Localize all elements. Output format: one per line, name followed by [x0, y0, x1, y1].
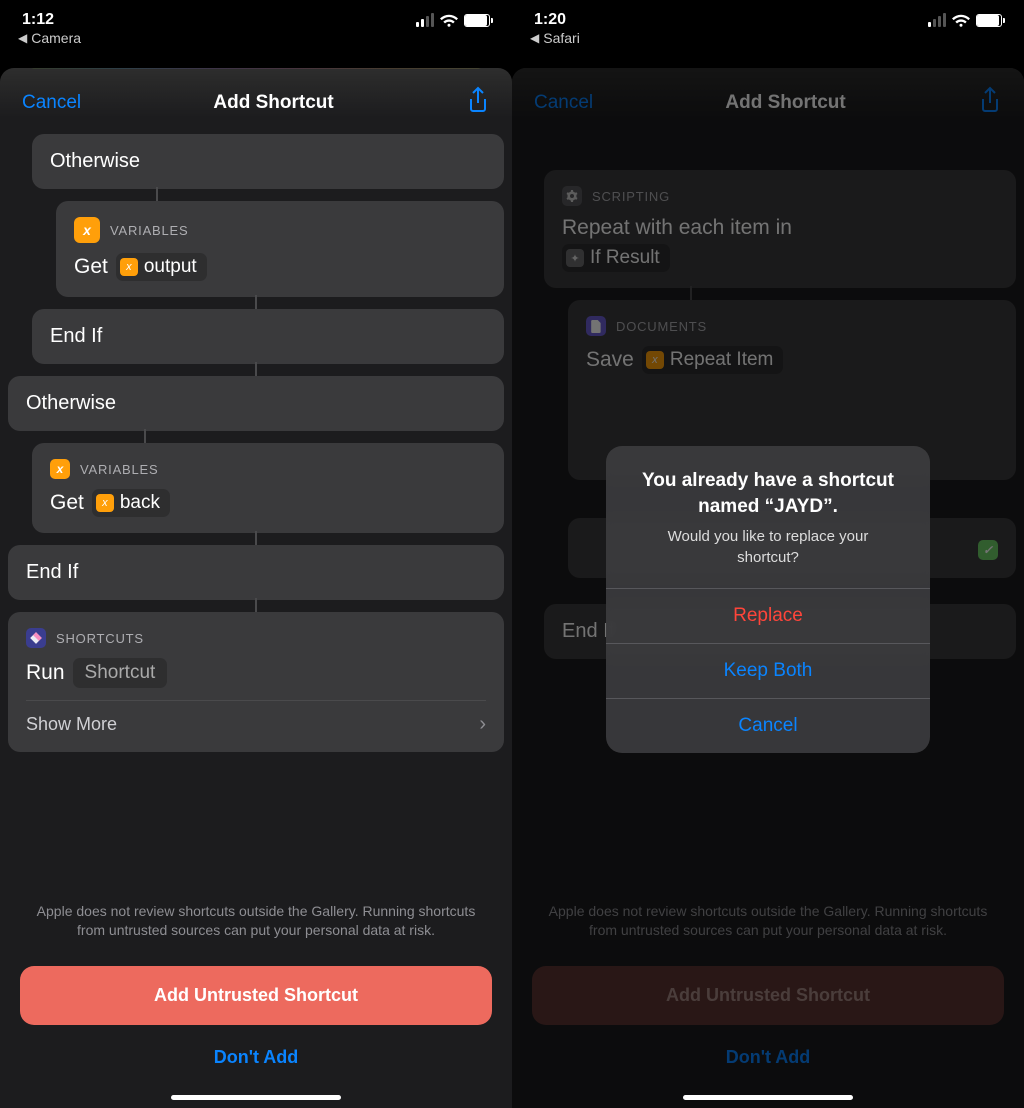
signal-icon	[928, 13, 946, 27]
nav-bar: Cancel Add Shortcut	[0, 68, 512, 129]
back-app-label: Camera	[31, 30, 81, 46]
category-label: SCRIPTING	[592, 189, 670, 204]
token-magic-icon: ✦	[566, 249, 584, 267]
alert-title: You already have a shortcut named “JAYD”…	[606, 446, 930, 523]
cancel-button[interactable]: Cancel	[534, 92, 593, 114]
variable-token[interactable]: x back	[92, 489, 170, 517]
nav-bar: Cancel Add Shortcut	[512, 68, 1024, 129]
connector	[690, 286, 692, 300]
token-var-icon: x	[646, 351, 664, 369]
footer: Apple does not review shortcuts outside …	[0, 872, 512, 1108]
sheet: Cancel Add Shortcut SCRIPTING Repeat wit…	[512, 68, 1024, 1108]
home-indicator[interactable]	[171, 1095, 341, 1100]
connector	[255, 531, 257, 545]
variable-token[interactable]: x output	[116, 253, 207, 281]
variable-token[interactable]: x Repeat Item	[642, 346, 784, 374]
action-verb: Run	[26, 661, 65, 685]
left-screenshot: 1:12 ◀ Camera Cancel Add Shortcut Otherw…	[0, 0, 512, 1108]
nav-title: Add Shortcut	[725, 92, 845, 114]
otherwise-block[interactable]: Otherwise	[32, 134, 504, 189]
back-chevron-icon: ◀	[18, 31, 27, 45]
back-app-label: Safari	[543, 30, 580, 46]
nav-title: Add Shortcut	[213, 92, 333, 114]
signal-icon	[416, 13, 434, 27]
action-verb: Get	[50, 491, 84, 515]
untrusted-warning: Apple does not review shortcuts outside …	[532, 872, 1004, 966]
variable-icon: x	[50, 459, 70, 479]
end-if-block[interactable]: End If	[8, 545, 504, 600]
connector	[156, 187, 158, 201]
status-time: 1:20	[534, 11, 566, 29]
sheet: Cancel Add Shortcut Otherwise x VARIABLE…	[0, 68, 512, 1108]
alert-replace-button[interactable]: Replace	[606, 588, 930, 643]
connector	[255, 295, 257, 309]
plus-icon: ✓	[978, 540, 998, 560]
back-to-app[interactable]: ◀ Camera	[0, 30, 512, 54]
add-untrusted-button[interactable]: Add Untrusted Shortcut	[532, 966, 1004, 1025]
share-button[interactable]	[466, 86, 490, 119]
connector	[255, 598, 257, 612]
battery-icon	[976, 14, 1002, 27]
share-button[interactable]	[978, 86, 1002, 119]
shortcut-placeholder-token[interactable]: Shortcut	[73, 658, 168, 688]
action-verb: Get	[74, 255, 108, 279]
token-var-icon: x	[120, 258, 138, 276]
connector	[255, 362, 257, 376]
documents-icon	[586, 316, 606, 336]
alert-cancel-button[interactable]: Cancel	[606, 698, 930, 753]
alert-message: Would you like to replace your shortcut?	[606, 523, 930, 588]
untrusted-warning: Apple does not review shortcuts outside …	[20, 872, 492, 966]
home-indicator[interactable]	[683, 1095, 853, 1100]
scripting-icon	[562, 186, 582, 206]
shortcuts-icon	[26, 628, 46, 648]
status-time: 1:12	[22, 11, 54, 29]
category-label: VARIABLES	[80, 462, 159, 477]
status-right	[928, 13, 1002, 27]
wifi-icon	[952, 14, 970, 27]
dont-add-button[interactable]: Don't Add	[20, 1025, 492, 1068]
category-label: SHORTCUTS	[56, 631, 144, 646]
show-more-row[interactable]: Show More ›	[26, 700, 486, 736]
battery-icon	[464, 14, 490, 27]
wifi-icon	[440, 14, 458, 27]
status-bar: 1:12	[0, 0, 512, 30]
run-shortcut-block[interactable]: SHORTCUTS Run Shortcut Show More ›	[8, 612, 504, 752]
chevron-right-icon: ›	[479, 713, 486, 736]
dont-add-button[interactable]: Don't Add	[532, 1025, 1004, 1068]
right-screenshot: 1:20 ◀ Safari Cancel Add Shortcut	[512, 0, 1024, 1108]
back-chevron-icon: ◀	[530, 31, 539, 45]
action-text: Repeat with each item in	[562, 216, 792, 240]
actions-scroll[interactable]: Otherwise x VARIABLES Get x output	[0, 132, 512, 1108]
alert-keep-both-button[interactable]: Keep Both	[606, 643, 930, 698]
action-verb: Save	[586, 348, 634, 372]
category-label: DOCUMENTS	[616, 319, 707, 334]
token-var-icon: x	[96, 494, 114, 512]
repeat-block[interactable]: SCRIPTING Repeat with each item in ✦ If …	[544, 170, 1016, 288]
end-if-block[interactable]: End If	[32, 309, 504, 364]
magic-variable-token[interactable]: ✦ If Result	[562, 244, 670, 272]
status-bar: 1:20	[512, 0, 1024, 30]
footer: Apple does not review shortcuts outside …	[512, 872, 1024, 1108]
variable-icon: x	[74, 217, 100, 243]
back-to-app[interactable]: ◀ Safari	[512, 30, 1024, 54]
category-label: VARIABLES	[110, 223, 189, 238]
connector	[144, 429, 146, 443]
get-variable-block[interactable]: x VARIABLES Get x output	[56, 201, 504, 297]
add-untrusted-button[interactable]: Add Untrusted Shortcut	[20, 966, 492, 1025]
duplicate-shortcut-alert: You already have a shortcut named “JAYD”…	[606, 446, 930, 753]
get-variable-block[interactable]: x VARIABLES Get x back	[32, 443, 504, 533]
cancel-button[interactable]: Cancel	[22, 92, 81, 114]
status-right	[416, 13, 490, 27]
otherwise-block[interactable]: Otherwise	[8, 376, 504, 431]
